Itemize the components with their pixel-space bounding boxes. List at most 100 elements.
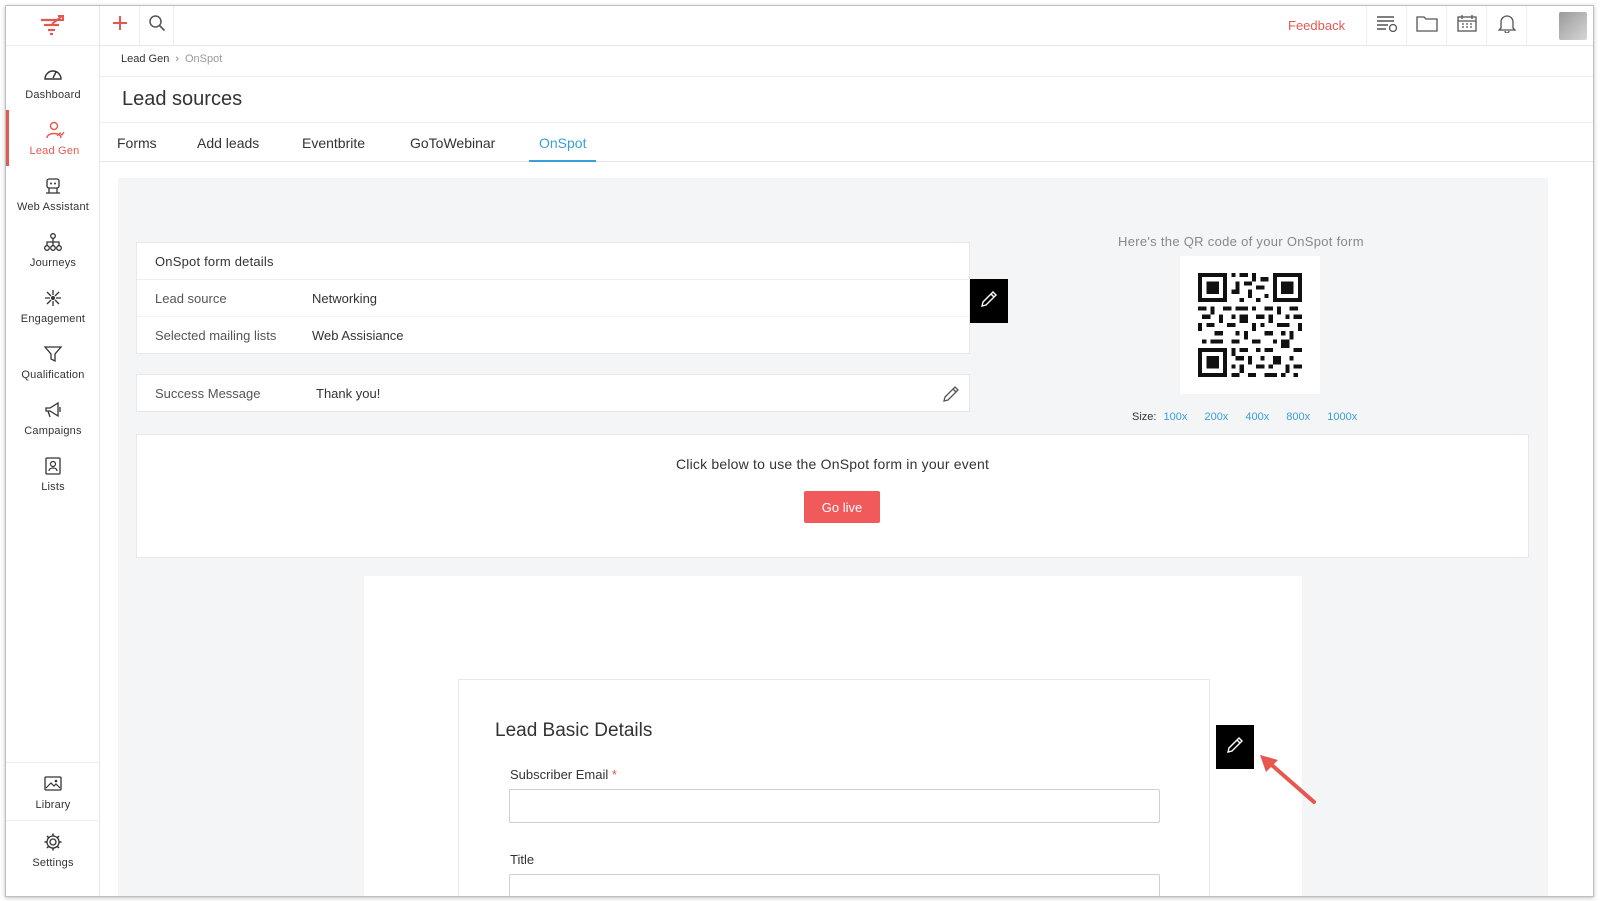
field-label-text: Subscriber Email (510, 767, 609, 782)
list-icon (1376, 14, 1398, 37)
size-label: Size: (1132, 411, 1157, 423)
go-live-text: Click below to use the OnSpot form in yo… (675, 456, 990, 472)
sidebar: Dashboard Lead Gen Web Assistant Journey… (6, 6, 100, 896)
subscriber-email-input[interactable] (509, 789, 1160, 823)
sidebar-item-lead-gen[interactable]: Lead Gen (6, 110, 100, 166)
megaphone-icon (42, 399, 64, 421)
size-option-100x[interactable]: 100x (1164, 411, 1188, 423)
sidebar-item-label: Qualification (21, 369, 85, 381)
plus-icon (112, 15, 128, 36)
card-title: OnSpot form details (137, 243, 969, 280)
sidebar-item-label: Campaigns (24, 425, 82, 437)
qr-size-options: Size: 100x 200x 400x 800x 1000x (1132, 411, 1357, 423)
breadcrumb-parent[interactable]: Lead Gen (121, 53, 169, 65)
app-window: Dashboard Lead Gen Web Assistant Journey… (5, 5, 1594, 897)
edit-details-button[interactable] (970, 279, 1008, 323)
contact-list-icon (42, 455, 64, 477)
tab-onspot[interactable]: OnSpot (529, 123, 597, 162)
image-icon (42, 773, 64, 795)
gear-icon (42, 831, 64, 853)
tab-forms[interactable]: Forms (117, 123, 157, 162)
app-logo[interactable] (6, 6, 100, 46)
sidebar-item-label: Web Assistant (16, 201, 90, 213)
tab-eventbrite[interactable]: Eventbrite (302, 123, 365, 162)
feedback-link[interactable]: Feedback (1288, 6, 1345, 45)
sidebar-divider (6, 762, 100, 763)
add-button[interactable] (100, 6, 140, 45)
notifications-button[interactable] (1486, 6, 1526, 45)
detail-value: Networking (312, 291, 378, 306)
sidebar-item-label: Lead Gen (29, 145, 80, 157)
sidebar-item-settings[interactable]: Settings (6, 822, 100, 878)
lead-gen-icon (44, 119, 66, 141)
gauge-icon (42, 63, 64, 85)
size-option-1000x[interactable]: 1000x (1327, 411, 1357, 423)
sidebar-item-label: Journeys (29, 257, 77, 269)
annotation-arrow-icon (1260, 755, 1316, 804)
size-option-200x[interactable]: 200x (1204, 411, 1228, 423)
search-button[interactable] (140, 6, 174, 45)
tab-bar: Forms Add leads Eventbrite GoToWebinar O… (100, 122, 1593, 162)
go-live-button[interactable]: Go live (804, 491, 880, 523)
field-label: Subscriber Email * (510, 767, 617, 782)
calendar-button[interactable] (1446, 6, 1486, 45)
journeys-icon (42, 231, 64, 253)
pencil-icon (1225, 735, 1245, 760)
edit-form-button[interactable] (1216, 725, 1254, 769)
required-marker: * (611, 767, 617, 782)
sidebar-item-web-assistant[interactable]: Web Assistant (6, 166, 100, 222)
success-label: Success Message (155, 386, 261, 401)
qr-code (1180, 256, 1320, 394)
tab-gotowebinar[interactable]: GoToWebinar (410, 123, 495, 162)
tab-add-leads[interactable]: Add leads (197, 123, 259, 162)
size-option-800x[interactable]: 800x (1286, 411, 1310, 423)
sidebar-item-label: Settings (32, 857, 74, 869)
sidebar-item-qualification[interactable]: Qualification (6, 334, 100, 390)
list-button[interactable] (1366, 6, 1406, 45)
size-option-400x[interactable]: 400x (1245, 411, 1269, 423)
web-assistant-icon (42, 175, 64, 197)
onspot-form-details-card: OnSpot form details Lead source Networki… (136, 242, 970, 354)
sidebar-item-dashboard[interactable]: Dashboard (6, 54, 100, 110)
form-title: Lead Basic Details (495, 720, 653, 741)
pencil-icon (979, 289, 999, 314)
sidebar-divider (6, 820, 100, 821)
breadcrumb: Lead Gen › OnSpot (121, 53, 222, 65)
divider (100, 76, 1593, 77)
sidebar-item-lists[interactable]: Lists (6, 446, 100, 502)
top-bar: Feedback (100, 6, 1593, 46)
bell-icon (1496, 13, 1517, 38)
detail-label: Lead source (155, 291, 227, 306)
detail-row: Lead source Networking (137, 280, 969, 317)
funnel-icon (42, 343, 64, 365)
detail-row: Selected mailing lists Web Assisiance (137, 317, 969, 354)
folder-icon (1415, 14, 1438, 37)
sidebar-item-campaigns[interactable]: Campaigns (6, 390, 100, 446)
qr-code-image (1198, 273, 1302, 377)
avatar[interactable] (1559, 12, 1587, 40)
sidebar-item-library[interactable]: Library (6, 764, 100, 820)
go-live-card: Click below to use the OnSpot form in yo… (136, 434, 1529, 558)
folder-button[interactable] (1406, 6, 1446, 45)
success-message-card: Success Message Thank you! (136, 374, 970, 412)
page-title: Lead sources (122, 88, 243, 110)
title-input[interactable] (509, 874, 1160, 896)
success-value: Thank you! (316, 386, 381, 401)
sidebar-item-engagement[interactable]: Engagement (6, 278, 100, 334)
form-preview-container: Lead Basic Details Subscriber Email * Ti… (364, 576, 1302, 896)
main-content: OnSpot form details Lead source Networki… (118, 178, 1548, 896)
qr-caption: Here's the QR code of your OnSpot form (1118, 234, 1364, 249)
pencil-icon[interactable] (941, 384, 961, 404)
chevron-right-icon: › (175, 53, 179, 65)
field-label: Title (510, 852, 534, 867)
engagement-icon (42, 287, 64, 309)
sidebar-item-label: Lists (41, 481, 65, 493)
detail-value: Web Assisiance (312, 328, 404, 343)
detail-label: Selected mailing lists (155, 328, 277, 343)
search-icon (148, 14, 166, 37)
sidebar-item-label: Library (35, 799, 71, 811)
calendar-icon (1456, 14, 1477, 37)
sidebar-item-journeys[interactable]: Journeys (6, 222, 100, 278)
breadcrumb-current: OnSpot (185, 53, 223, 65)
form-preview: Lead Basic Details Subscriber Email * Ti… (458, 679, 1210, 896)
